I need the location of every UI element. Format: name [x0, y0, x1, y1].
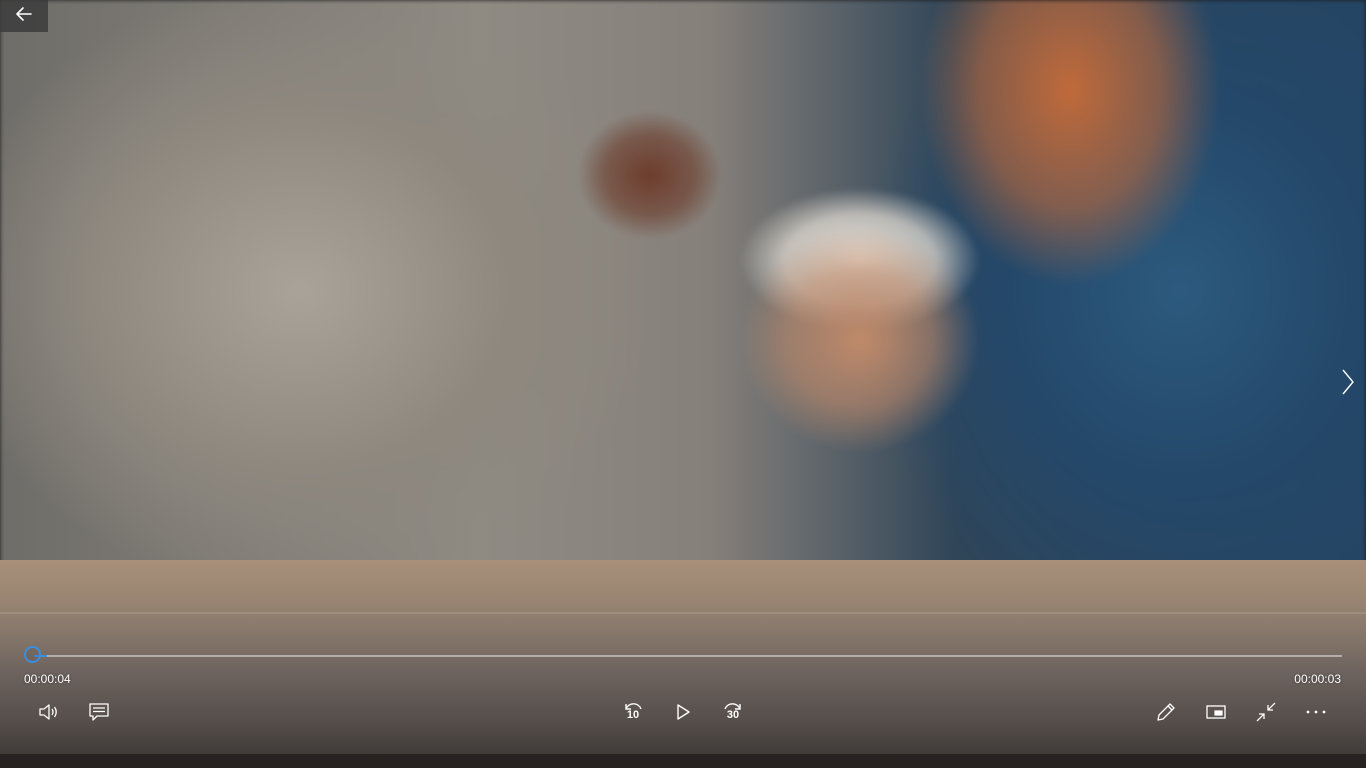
- volume-icon: [38, 703, 60, 721]
- elapsed-time: 00:00:04: [24, 672, 71, 686]
- play-icon: [675, 703, 691, 721]
- back-button[interactable]: [0, 0, 48, 32]
- seek-bar[interactable]: [34, 655, 1342, 657]
- chevron-right-icon: [1341, 368, 1355, 401]
- seek-thumb[interactable]: [24, 646, 41, 663]
- skip-forward-30-icon: 30: [721, 700, 745, 724]
- next-video-button[interactable]: [1334, 366, 1362, 402]
- more-options-icon: [1305, 709, 1327, 715]
- more-options-button[interactable]: [1298, 698, 1334, 726]
- remaining-time: 00:00:03: [1294, 672, 1341, 686]
- exit-fullscreen-icon: [1255, 701, 1277, 723]
- play-button[interactable]: [665, 698, 701, 726]
- skip-back-button[interactable]: 10: [615, 698, 651, 726]
- edit-button[interactable]: [1148, 698, 1184, 726]
- exit-fullscreen-button[interactable]: [1248, 698, 1284, 726]
- arrow-left-icon: [16, 6, 32, 26]
- subtitles-button[interactable]: [81, 698, 117, 726]
- pencil-icon: [1155, 701, 1177, 723]
- mini-view-icon: [1205, 703, 1227, 721]
- video-player: 00:00:04 00:00:03 10 30: [0, 0, 1366, 768]
- mini-view-button[interactable]: [1198, 698, 1234, 726]
- skip-back-seconds: 10: [626, 709, 640, 721]
- skip-forward-button[interactable]: 30: [715, 698, 751, 726]
- volume-button[interactable]: [31, 698, 67, 726]
- subtitles-icon: [88, 702, 110, 722]
- skip-back-10-icon: 10: [621, 700, 645, 724]
- skip-forward-seconds: 30: [726, 709, 740, 721]
- transport-controls: 00:00:04 00:00:03 10 30: [0, 636, 1366, 768]
